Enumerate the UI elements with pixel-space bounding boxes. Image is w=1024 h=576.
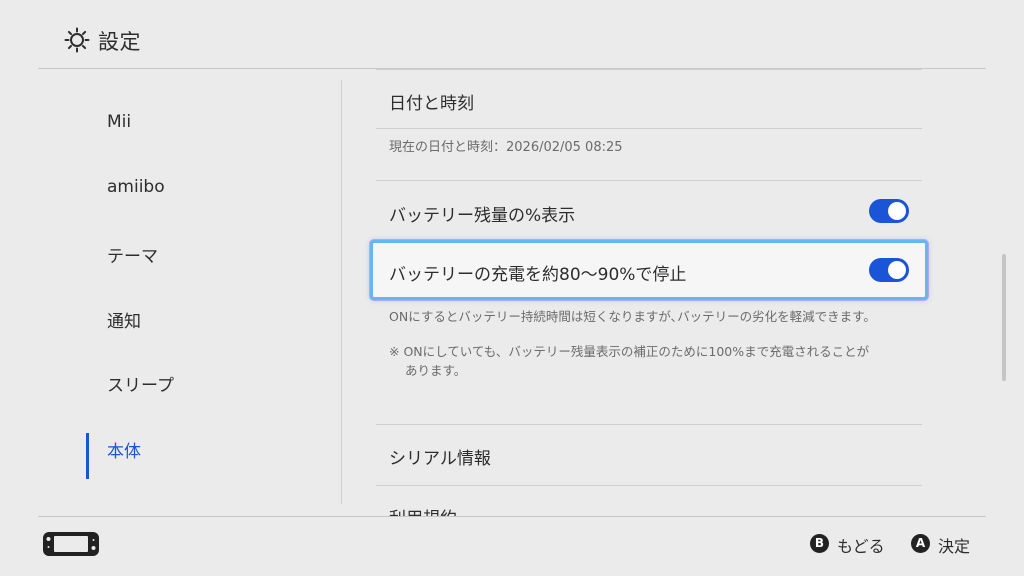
sidebar-item-label: テーマ <box>107 247 158 267</box>
header: 設定 <box>0 0 1024 68</box>
battery-note: ONにするとバッテリー持続時間は短くなりますが､バッテリーの劣化を軽減できます。 <box>389 309 876 324</box>
settings-screen: 設定 Mii amiibo テーマ 通知 スリープ 本体 日付と時刻 現在の日付… <box>0 0 1024 576</box>
battery-percent-toggle[interactable] <box>869 199 909 223</box>
sidebar: Mii amiibo テーマ 通知 スリープ 本体 <box>38 69 340 516</box>
a-button-icon: A <box>911 534 930 553</box>
divider <box>376 69 922 70</box>
sidebar-item-theme[interactable]: テーマ <box>38 232 338 276</box>
gear-icon <box>64 27 90 53</box>
terms-item[interactable]: 利用規約 <box>389 504 457 516</box>
battery-footnote-line1: ※ ONにしていても、バッテリー残量表示の補正のために100%まで充電されること… <box>389 344 870 359</box>
b-button-icon: B <box>810 534 829 553</box>
toggle-knob <box>888 202 906 220</box>
sidebar-item-sleep[interactable]: スリープ <box>38 361 338 405</box>
battery-limit-label[interactable]: バッテリーの充電を約80～90%で停止 <box>389 260 686 285</box>
toggle-knob <box>888 261 906 279</box>
sidebar-item-system[interactable]: 本体 <box>38 427 338 479</box>
sidebar-item-label: スリープ <box>107 376 174 396</box>
confirm-label: 決定 <box>938 537 971 556</box>
sidebar-item-label: 通知 <box>107 312 141 332</box>
divider <box>376 128 922 129</box>
sidebar-item-notifications[interactable]: 通知 <box>38 297 338 341</box>
sidebar-item-label: Mii <box>107 112 132 132</box>
footer-divider <box>38 516 986 517</box>
back-label: もどる <box>837 537 885 556</box>
sidebar-item-mii[interactable]: Mii <box>38 102 338 146</box>
date-time-title[interactable]: 日付と時刻 <box>389 89 474 114</box>
battery-limit-toggle[interactable] <box>869 258 909 282</box>
divider <box>376 180 922 181</box>
sidebar-item-label: amiibo <box>107 177 165 197</box>
scrollbar[interactable] <box>1002 254 1006 381</box>
battery-footnote-line2: あります。 <box>405 363 467 378</box>
divider <box>376 424 922 425</box>
page-title: 設定 <box>98 30 141 54</box>
current-date-time: 現在の日付と時刻：2026/02/05 08:25 <box>389 140 623 155</box>
serial-info-item[interactable]: シリアル情報 <box>389 444 491 469</box>
battery-percent-label[interactable]: バッテリー残量の%表示 <box>389 201 575 226</box>
divider <box>376 485 922 486</box>
sidebar-item-amiibo[interactable]: amiibo <box>38 167 338 211</box>
settings-content: 日付と時刻 現在の日付と時刻：2026/02/05 08:25 バッテリー残量の… <box>342 69 1002 516</box>
console-icon <box>43 532 99 556</box>
sidebar-item-label: 本体 <box>107 442 141 462</box>
active-indicator <box>86 433 89 479</box>
